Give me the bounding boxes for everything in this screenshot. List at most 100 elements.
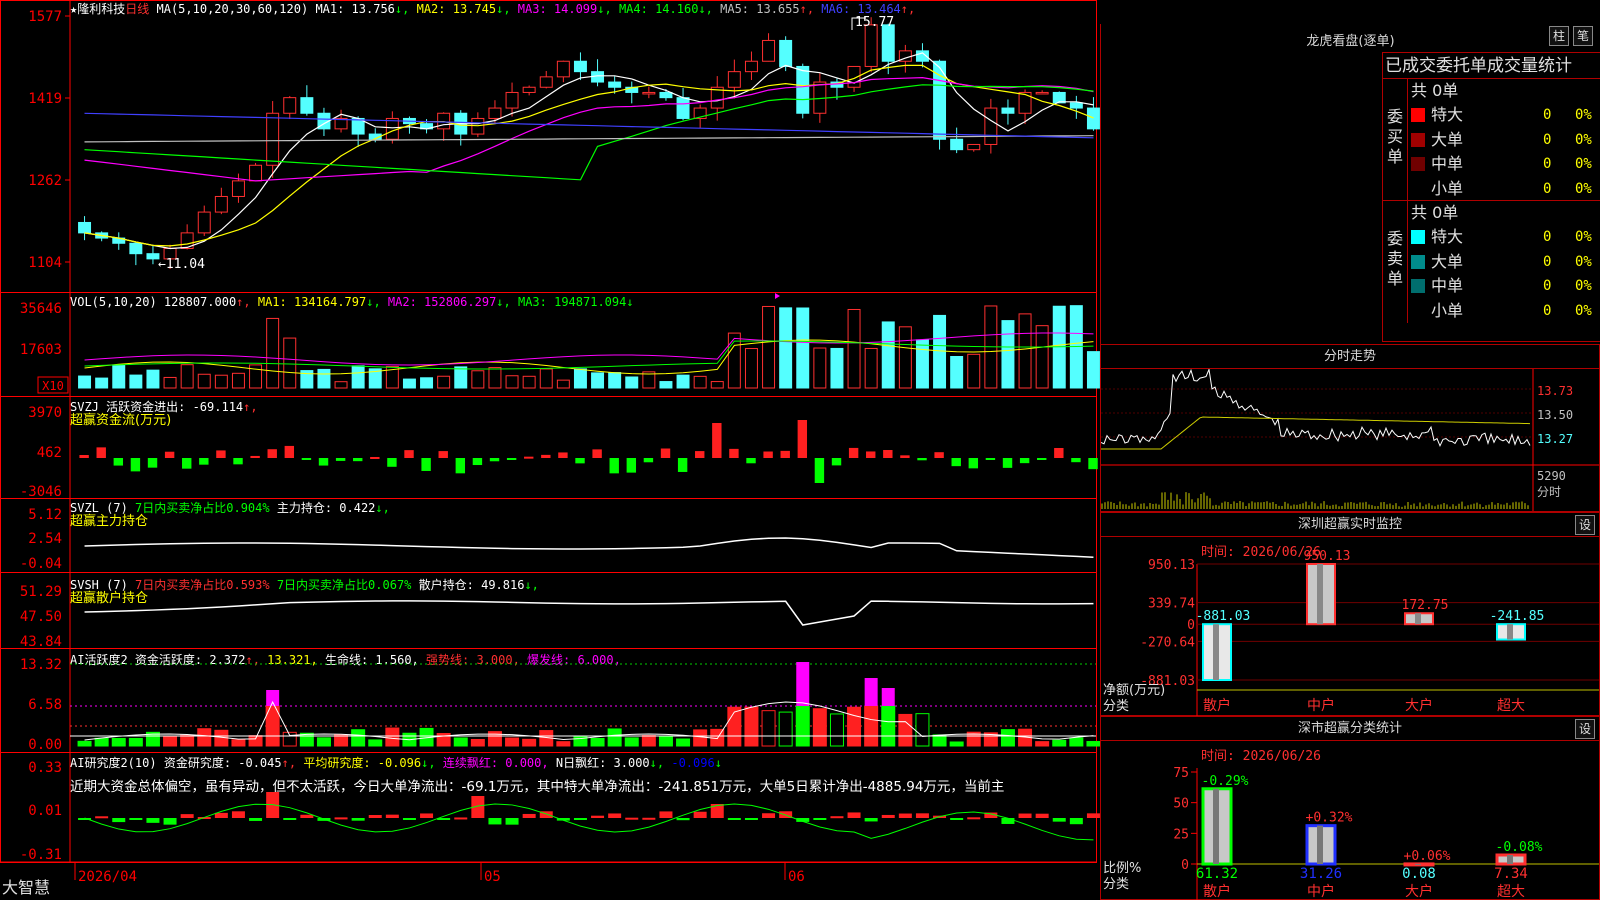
volume-bar bbox=[967, 353, 981, 389]
candle-body bbox=[214, 195, 228, 213]
ai-active-bar bbox=[1035, 741, 1050, 747]
ai-active-bar bbox=[470, 738, 485, 747]
svzj-bar bbox=[438, 451, 448, 458]
order-stats-box: 已成交委托单成交量统计 委买单 共 0单 特大 0 0% 大单 0 0% 中单 0 0% 小单 0 0… bbox=[1382, 52, 1600, 342]
bar-view-button[interactable]: 柱 bbox=[1549, 26, 1569, 46]
candle-body bbox=[522, 86, 536, 93]
volume-bar bbox=[454, 366, 468, 389]
sz-monitor-axis-label: 0 bbox=[1187, 618, 1195, 633]
sell-percent: 0% bbox=[1575, 229, 1592, 245]
pen-view-button[interactable]: 笔 bbox=[1573, 26, 1593, 46]
svzj-bar bbox=[1002, 458, 1013, 468]
sz-class-axis-label: 25 bbox=[1173, 827, 1189, 842]
svzj-bar bbox=[763, 451, 773, 458]
price-axis-label: 1262 bbox=[28, 173, 62, 189]
svzj-bar bbox=[780, 450, 790, 458]
ai-active-bar-top bbox=[881, 688, 895, 706]
ai-active-bar bbox=[197, 728, 212, 747]
buy-type: 大单 bbox=[1431, 129, 1464, 149]
volume-bar bbox=[437, 375, 451, 389]
sz-class-bar-3 bbox=[1495, 853, 1527, 866]
volume-bar bbox=[129, 374, 143, 389]
sz-class-cat-title: 分类 bbox=[1103, 877, 1129, 892]
sz-class-value: 31.26 bbox=[1300, 866, 1342, 882]
brand-logo: 大智慧 bbox=[2, 878, 51, 897]
volume-bar bbox=[522, 375, 536, 389]
buy-color-swatch bbox=[1411, 132, 1425, 147]
volume-bar bbox=[591, 372, 605, 389]
volume-bar bbox=[898, 326, 912, 389]
ai-research-bar bbox=[163, 818, 177, 825]
volume-bar bbox=[744, 348, 758, 389]
ai-active-bar bbox=[180, 734, 195, 747]
buy-total: 共 0单 bbox=[1411, 81, 1459, 100]
sell-type: 中单 bbox=[1431, 276, 1464, 295]
volume-bar bbox=[881, 321, 895, 389]
svzj-bar bbox=[318, 458, 329, 466]
ai-active-bar bbox=[1086, 741, 1100, 747]
sz-monitor-settings-button[interactable]: 设 bbox=[1575, 515, 1595, 535]
svzj-bar bbox=[814, 458, 825, 483]
ai-research-bar bbox=[454, 817, 468, 820]
stock-chart-area[interactable]: 1577 1419 1262 1104 15.77 ←11.04 ★隆利科技日线 MA(5,… bbox=[0, 0, 1100, 900]
vol-unit: X10 bbox=[42, 379, 64, 393]
svzj-bar bbox=[1071, 458, 1081, 463]
ai-active-bar bbox=[334, 734, 349, 747]
sz-class-settings-button[interactable]: 设 bbox=[1575, 719, 1595, 739]
volume-bar bbox=[163, 376, 177, 389]
volume-bar bbox=[950, 355, 964, 389]
candle-body bbox=[300, 97, 314, 114]
volume-bar bbox=[146, 369, 160, 389]
ai-research-bar bbox=[385, 814, 399, 818]
candle-body bbox=[266, 112, 280, 166]
price-axis-label: 1104 bbox=[28, 255, 62, 271]
ai-research-bar bbox=[744, 818, 758, 820]
candle-body bbox=[249, 164, 263, 182]
candle-body bbox=[727, 71, 741, 88]
sz-monitor-cat-title: 分类 bbox=[1103, 699, 1129, 714]
ai-active-bar bbox=[1052, 739, 1067, 747]
volume-bar bbox=[762, 305, 776, 389]
sell-color-swatch bbox=[1411, 230, 1425, 244]
buy-row: 中单 0 0% bbox=[1411, 152, 1600, 176]
svzj-bar bbox=[506, 458, 517, 460]
sell-percent: 0% bbox=[1575, 302, 1592, 319]
ai-research-bar bbox=[146, 818, 160, 823]
time-axis-label: 06 bbox=[788, 869, 805, 885]
candle-body bbox=[608, 81, 622, 88]
volume-bar bbox=[317, 368, 331, 389]
ai-research-bar bbox=[334, 817, 348, 820]
svzj-bar bbox=[883, 450, 893, 458]
ai-active-bar bbox=[795, 705, 810, 747]
candle-body bbox=[881, 24, 895, 62]
svzj-bar bbox=[917, 458, 927, 461]
svzj-bar bbox=[729, 448, 739, 458]
intraday-panel[interactable]: 分时走势 13.73 13.50 13.27 5290 分时 bbox=[1100, 344, 1600, 512]
ai-research-bar bbox=[915, 813, 929, 818]
volume-bar bbox=[78, 375, 92, 389]
candle-body bbox=[642, 91, 656, 95]
buy-count: 0 bbox=[1543, 156, 1552, 172]
svzj-bar bbox=[335, 458, 346, 461]
candle-body bbox=[385, 117, 399, 140]
svsh-axis-label: 47.50 bbox=[20, 609, 62, 625]
sz-class-axis-label: 75 bbox=[1173, 766, 1189, 781]
svzj-axis-label: 462 bbox=[37, 445, 62, 461]
ai-active-bar bbox=[385, 727, 400, 747]
volume-bar bbox=[266, 317, 280, 389]
ai-research-bar bbox=[1069, 818, 1083, 825]
volume-bar bbox=[779, 307, 793, 389]
ai-research-axis-label: -0.31 bbox=[20, 847, 62, 863]
ai-active-bar bbox=[829, 713, 844, 747]
sz-monitor-value: -241.85 bbox=[1490, 609, 1545, 624]
candle-body bbox=[1069, 102, 1083, 109]
svzj-bar bbox=[199, 458, 209, 465]
ai-research-bar bbox=[283, 818, 297, 820]
volume-bar bbox=[1035, 325, 1049, 389]
svzl-axis-label: 2.54 bbox=[28, 531, 62, 547]
ai-active-bar bbox=[522, 738, 537, 747]
buy-type: 中单 bbox=[1431, 154, 1464, 173]
candle-body bbox=[1086, 107, 1100, 130]
ai-research-bar bbox=[351, 818, 365, 821]
ai-active-bar bbox=[641, 735, 656, 747]
